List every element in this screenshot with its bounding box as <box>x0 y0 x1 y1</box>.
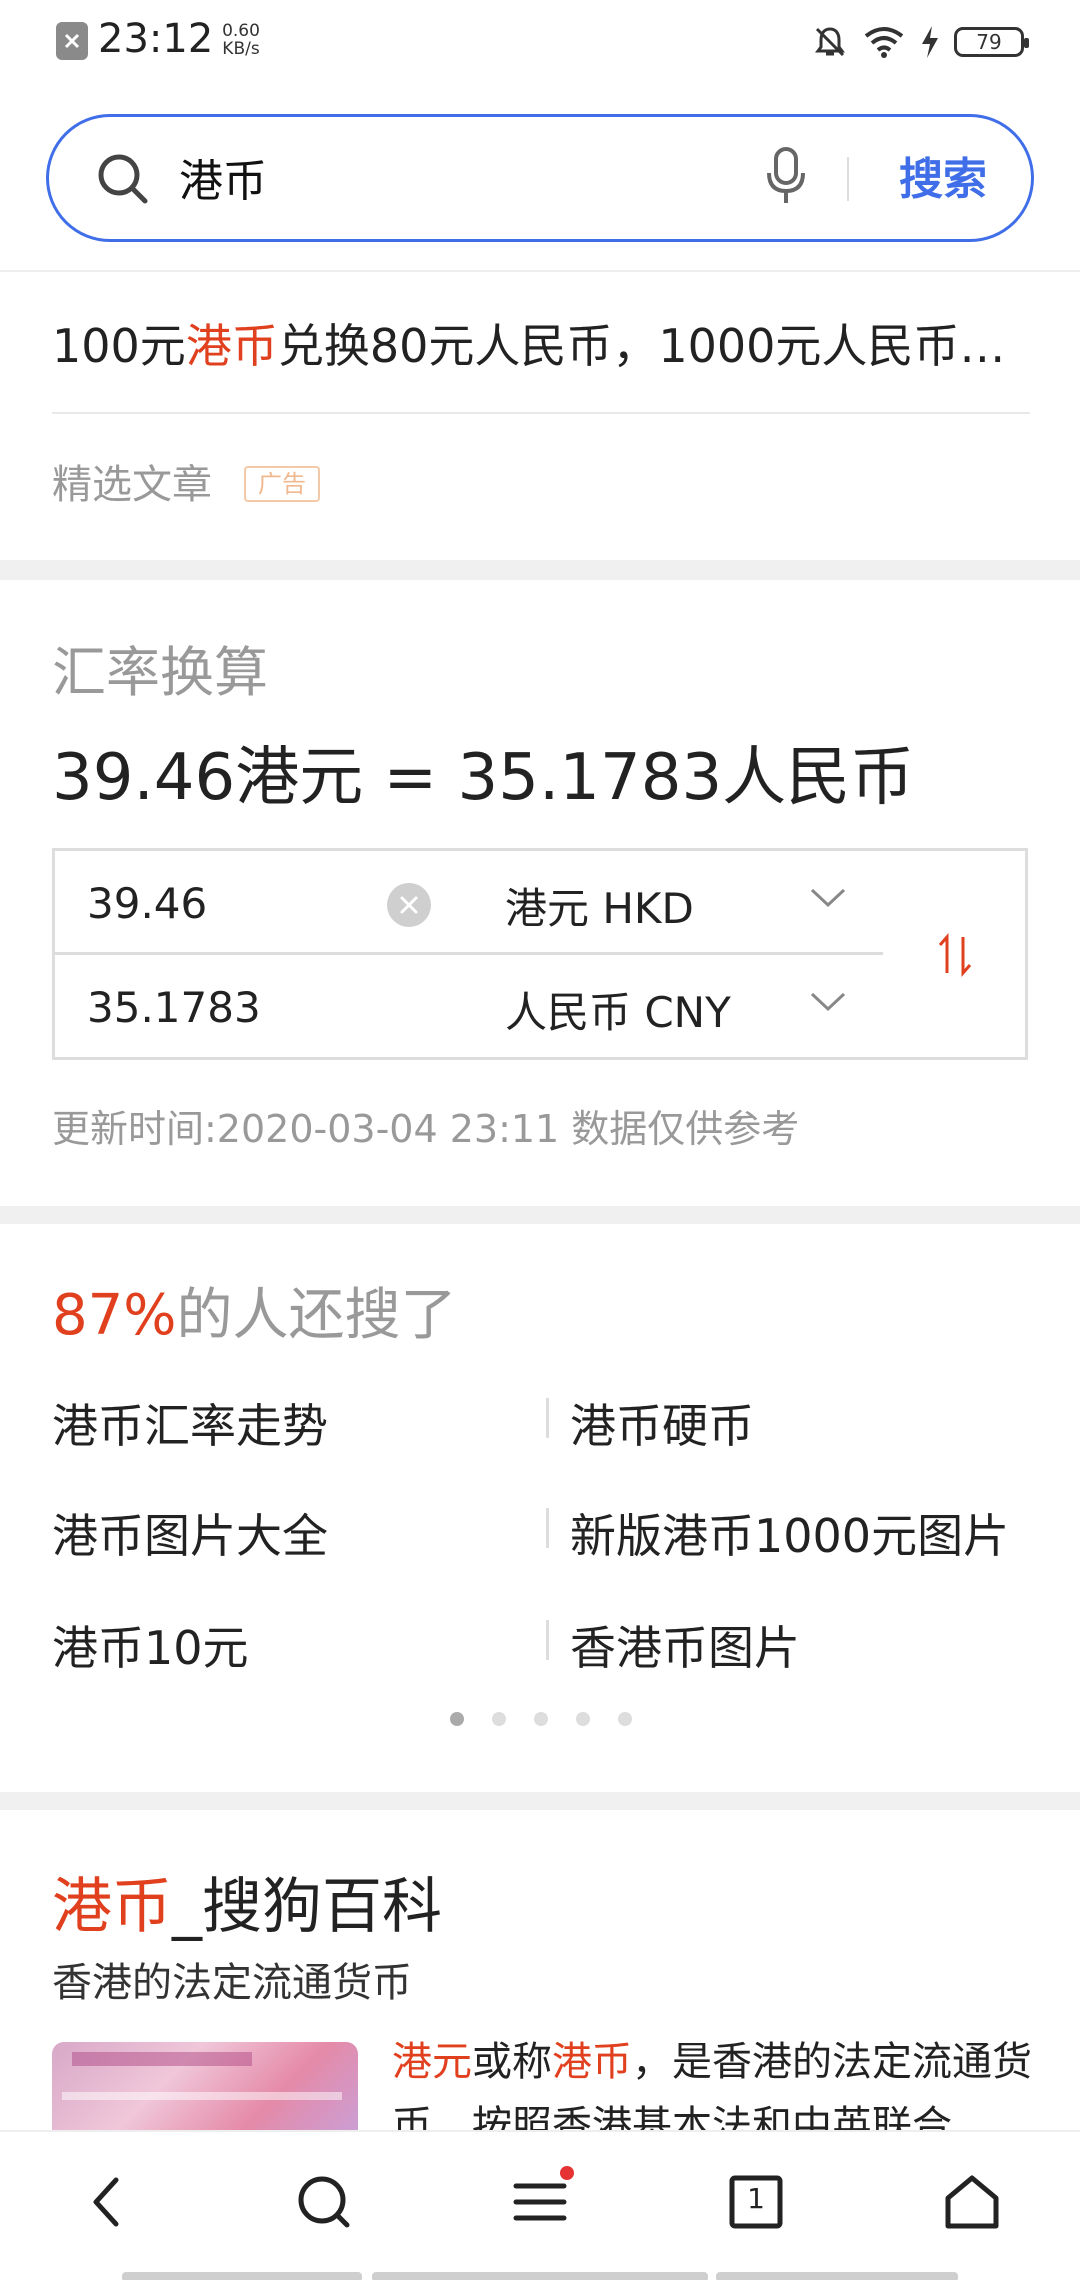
search-icon <box>98 154 148 204</box>
to-currency-select[interactable]: 人民币 CNY <box>469 955 883 1060</box>
also-searched-title: 87%的人还搜了 <box>52 1270 456 1351</box>
gesture-bar <box>122 2272 362 2280</box>
swap-icon <box>938 933 972 977</box>
currency-converter: 39.46 35.1783 港元 HKD 人民币 CNY <box>52 848 1028 1060</box>
desc-highlight: 港元 <box>392 2039 472 2085</box>
battery-icon: 79 <box>954 27 1029 57</box>
from-amount-field[interactable]: 39.46 <box>55 851 469 955</box>
desc-highlight: 港币 <box>552 2039 632 2085</box>
suggestion-item[interactable]: 新版港币1000元图片 <box>570 1500 1009 1566</box>
chevron-down-icon <box>810 992 846 1012</box>
divider <box>546 1508 549 1548</box>
section-gap <box>0 560 1080 580</box>
thumbnail-detail <box>72 2052 252 2066</box>
network-speed: 0.60 KB/s <box>212 22 270 58</box>
search-icon <box>298 2176 350 2228</box>
to-amount-field[interactable]: 35.1783 <box>55 955 469 1060</box>
page-dot[interactable] <box>618 1712 632 1726</box>
ad-badge: 广告 <box>244 466 320 502</box>
divider <box>52 412 1030 414</box>
speed-unit: KB/s <box>222 39 260 59</box>
status-time: 23:12 <box>98 16 214 62</box>
page-dot[interactable] <box>492 1712 506 1726</box>
home-button[interactable] <box>932 2162 1012 2242</box>
bottom-nav: 1 <box>0 2130 1080 2280</box>
suggestion-item[interactable]: 香港币图片 <box>570 1612 800 1678</box>
wiki-title-rest: _搜狗百科 <box>172 1872 442 1942</box>
search-divider <box>847 157 849 201</box>
from-amount-value[interactable]: 39.46 <box>87 879 207 928</box>
fx-result: 39.46港元 = 35.1783人民币 <box>52 741 915 815</box>
pagination-dots[interactable] <box>450 1712 632 1726</box>
status-bar: 23:12 0.60 KB/s 79 <box>0 0 1080 86</box>
divider <box>0 270 1080 272</box>
from-currency-label: 港元 HKD <box>505 884 694 933</box>
wiki-subtitle: 香港的法定流通货币 <box>52 1960 412 2006</box>
result-text-rest: 兑换80元人民币，1000元人民币… <box>277 319 1006 373</box>
microphone-icon[interactable] <box>761 145 811 209</box>
search-input[interactable]: 港币 <box>179 145 267 209</box>
page-dot[interactable] <box>534 1712 548 1726</box>
wiki-result-title[interactable]: 港币_搜狗百科 <box>52 1858 442 1945</box>
from-currency-select[interactable]: 港元 HKD <box>469 851 883 955</box>
charging-icon <box>922 26 938 58</box>
tab-count: 1 <box>747 2182 765 2215</box>
to-amount-value[interactable]: 35.1783 <box>87 983 261 1032</box>
gesture-bar <box>372 2272 708 2280</box>
fx-title: 汇率换算 <box>52 641 268 704</box>
search-button[interactable]: 搜索 <box>899 143 987 207</box>
suggestion-item[interactable]: 港币汇率走势 <box>52 1390 328 1456</box>
tabs-button[interactable]: 1 <box>716 2162 796 2242</box>
suggestion-item[interactable]: 港币图片大全 <box>52 1500 328 1566</box>
search-bar[interactable]: 港币 搜索 <box>46 114 1034 242</box>
home-icon <box>945 2175 999 2229</box>
notification-dot <box>560 2166 574 2180</box>
desc-text: 或称 <box>472 2039 552 2085</box>
wiki-title-highlight: 港币 <box>52 1872 172 1942</box>
featured-label: 精选文章 <box>52 462 212 508</box>
clear-icon[interactable] <box>387 883 431 927</box>
back-icon <box>93 2177 119 2227</box>
gesture-bar <box>716 2272 958 2280</box>
menu-icon <box>513 2183 567 2221</box>
result-text: 100元 <box>52 319 186 373</box>
status-icons: 79 <box>812 22 1029 62</box>
battery-level: 79 <box>976 30 1002 54</box>
section-gap <box>0 1792 1080 1810</box>
also-searched-percent: 87% <box>52 1283 177 1348</box>
also-searched-label: 的人还搜了 <box>176 1283 457 1348</box>
mute-bell-icon <box>815 27 845 57</box>
swap-currency-button[interactable] <box>883 851 1028 1060</box>
notification-icon <box>56 22 88 60</box>
divider <box>546 1620 549 1660</box>
wifi-icon <box>864 27 904 58</box>
menu-button[interactable] <box>500 2162 580 2242</box>
suggestion-item[interactable]: 港币硬币 <box>570 1390 754 1456</box>
top-result-title[interactable]: 100元港币兑换80元人民币，1000元人民币… <box>52 310 1032 376</box>
speed-value: 0.60 <box>222 21 260 41</box>
suggestion-item[interactable]: 港币10元 <box>52 1612 249 1678</box>
search-nav-button[interactable] <box>284 2162 364 2242</box>
update-time: 更新时间:2020-03-04 23:11 数据仅供参考 <box>52 1107 800 1151</box>
back-button[interactable] <box>68 2162 148 2242</box>
page-dot[interactable] <box>576 1712 590 1726</box>
page-dot[interactable] <box>450 1712 464 1726</box>
thumbnail-detail <box>62 2092 342 2100</box>
divider <box>546 1398 549 1438</box>
section-gap <box>0 1206 1080 1224</box>
result-highlight: 港币 <box>185 319 278 373</box>
chevron-down-icon <box>810 888 846 908</box>
to-currency-label: 人民币 CNY <box>505 988 731 1037</box>
